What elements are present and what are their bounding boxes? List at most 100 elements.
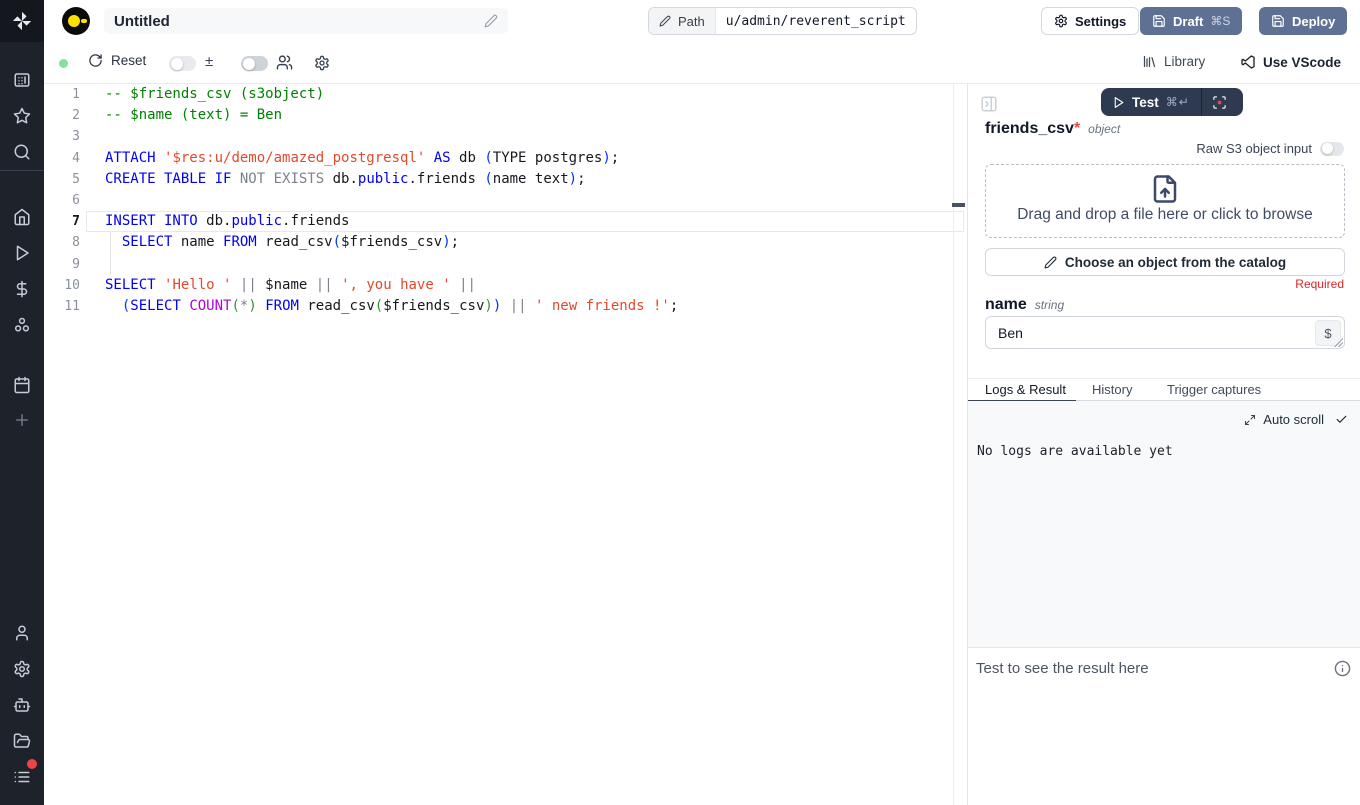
auto-scroll-label: Auto scroll	[1263, 412, 1324, 427]
sidebar-item-add[interactable]	[13, 411, 31, 429]
code-line[interactable]: 11 (SELECT COUNT(*) FROM read_csv($frien…	[44, 296, 967, 318]
settings-button[interactable]: Settings	[1041, 7, 1139, 35]
overview-ruler-border	[953, 84, 954, 805]
code-line[interactable]: 8 SELECT name FROM read_csv($friends_csv…	[44, 232, 967, 254]
arg-name-header: name string	[985, 296, 1064, 314]
code-line[interactable]: 1-- $friends_csv (s3object)	[44, 84, 967, 106]
auto-scroll-control[interactable]: Auto scroll	[1244, 412, 1348, 427]
save-icon	[1152, 14, 1166, 28]
required-badge: Required	[1295, 277, 1344, 291]
edit-title-pencil-icon[interactable]	[484, 14, 498, 28]
result-placeholder: Test to see the result here	[976, 660, 1149, 677]
code-line[interactable]: 5CREATE TABLE IF NOT EXISTS db.public.fr…	[44, 169, 967, 191]
tab-logs-result[interactable]: Logs & Result	[985, 382, 1066, 397]
diff-mode-toggle[interactable]	[169, 56, 196, 71]
sidebar-item-account[interactable]	[13, 624, 31, 642]
name-field[interactable]: Ben $	[985, 316, 1345, 349]
expand-icon[interactable]	[1244, 414, 1256, 426]
code-line[interactable]: 10SELECT 'Hello ' || $name || ', you hav…	[44, 275, 967, 297]
duckdb-language-icon	[62, 7, 90, 35]
settings-label: Settings	[1075, 14, 1126, 29]
sidebar-item-settings[interactable]	[13, 660, 31, 678]
line-number: 4	[44, 148, 80, 170]
sidebar-item-resources[interactable]	[13, 316, 31, 334]
code-line[interactable]: 3	[44, 126, 967, 148]
choose-object-label: Choose an object from the catalog	[1065, 255, 1286, 270]
line-number: 6	[44, 190, 80, 212]
tab-trigger-captures[interactable]: Trigger captures	[1167, 382, 1261, 397]
runs-icon	[13, 244, 31, 262]
toggle-knob	[1322, 143, 1333, 154]
sidebar-item-favorites[interactable]	[13, 107, 31, 125]
arg-name: name	[985, 296, 1027, 314]
code-line[interactable]: 2-- $name (text) = Ben	[44, 105, 967, 127]
path-control[interactable]: Path u/admin/reverent_script	[648, 7, 917, 35]
deploy-button[interactable]: Deploy	[1259, 7, 1347, 35]
editor-settings-gear-icon[interactable]	[314, 55, 330, 71]
multiplayer-toggle[interactable]	[241, 56, 268, 71]
users-icon	[276, 54, 293, 71]
sidebar-item-audit-logs[interactable]	[13, 768, 31, 786]
raw-s3-toggle[interactable]	[1320, 142, 1344, 156]
home-icon	[13, 208, 31, 226]
line-number: 9	[44, 254, 80, 276]
check-icon	[1335, 413, 1348, 426]
library-label: Library	[1164, 54, 1205, 69]
code-line[interactable]: 4ATTACH '$res:u/demo/amazed_postgresql' …	[44, 148, 967, 170]
sidebar	[0, 0, 44, 805]
app-logo[interactable]	[0, 0, 44, 42]
sidebar-item-apps[interactable]	[13, 71, 31, 89]
capture-icon	[1212, 95, 1227, 110]
test-button[interactable]: Test ⌘↵	[1101, 88, 1201, 116]
reset-button[interactable]: Reset	[88, 53, 146, 68]
sidebar-item-home[interactable]	[13, 208, 31, 226]
sidebar-item-search[interactable]	[13, 143, 31, 161]
library-icon	[1142, 54, 1157, 69]
sidebar-item-schedules[interactable]	[13, 376, 31, 394]
code-text: (SELECT COUNT(*) FROM read_csv($friends_…	[80, 296, 678, 318]
name-field-value: Ben	[998, 325, 1023, 341]
top-bar: Untitled Path u/admin/reverent_script Se…	[44, 0, 1360, 42]
line-number: 2	[44, 105, 80, 127]
refresh-icon	[88, 53, 103, 68]
add-icon	[13, 411, 31, 429]
notification-dot	[25, 757, 39, 771]
code-editor[interactable]: 1-- $friends_csv (s3object)2-- $name (te…	[44, 84, 967, 805]
code-line[interactable]: 9	[44, 254, 967, 276]
settings-icon	[13, 660, 31, 678]
tab-history[interactable]: History	[1092, 382, 1132, 397]
draft-button[interactable]: Draft ⌘S	[1140, 7, 1242, 35]
use-vscode-button[interactable]: Use VScode	[1240, 54, 1341, 70]
line-number: 10	[44, 275, 80, 297]
resize-handle[interactable]	[1334, 338, 1343, 347]
save-icon	[1271, 14, 1285, 28]
line-number: 11	[44, 296, 80, 318]
sidebar-item-runs[interactable]	[13, 244, 31, 262]
code-line[interactable]: 7INSERT INTO db.public.friends	[44, 211, 967, 233]
library-button[interactable]: Library	[1142, 54, 1205, 69]
capture-button[interactable]	[1202, 88, 1238, 116]
code-text: ATTACH '$res:u/demo/amazed_postgresql' A…	[80, 148, 619, 170]
resources-icon	[13, 316, 31, 334]
raw-s3-label: Raw S3 object input	[1196, 141, 1312, 156]
arg-type: object	[1088, 122, 1120, 136]
script-title-input[interactable]: Untitled	[104, 8, 508, 34]
sidebar-item-ai[interactable]	[13, 696, 31, 714]
panel-collapse-icon[interactable]	[980, 95, 998, 113]
code-text: SELECT 'Hello ' || $name || ', you have …	[80, 275, 476, 297]
info-icon[interactable]	[1334, 660, 1351, 677]
account-icon	[13, 624, 31, 642]
sidebar-item-variables[interactable]	[13, 280, 31, 298]
choose-object-button[interactable]: Choose an object from the catalog	[985, 248, 1345, 276]
vscode-label: Use VScode	[1263, 55, 1341, 70]
favorites-icon	[13, 107, 31, 125]
file-dropzone[interactable]: Drag and drop a file here or click to br…	[985, 164, 1345, 238]
play-icon	[1112, 96, 1125, 109]
logs-section: Auto scroll No logs are available yet	[968, 401, 1360, 648]
arg-friends-csv-header: friends_csv* object	[985, 120, 1120, 138]
sidebar-item-folders[interactable]	[13, 732, 31, 750]
test-button-group: Test ⌘↵	[1101, 88, 1243, 116]
path-edit-button[interactable]: Path	[649, 8, 716, 34]
code-line[interactable]: 6	[44, 190, 967, 212]
result-tabs: Logs & Result History Trigger captures	[968, 378, 1360, 401]
